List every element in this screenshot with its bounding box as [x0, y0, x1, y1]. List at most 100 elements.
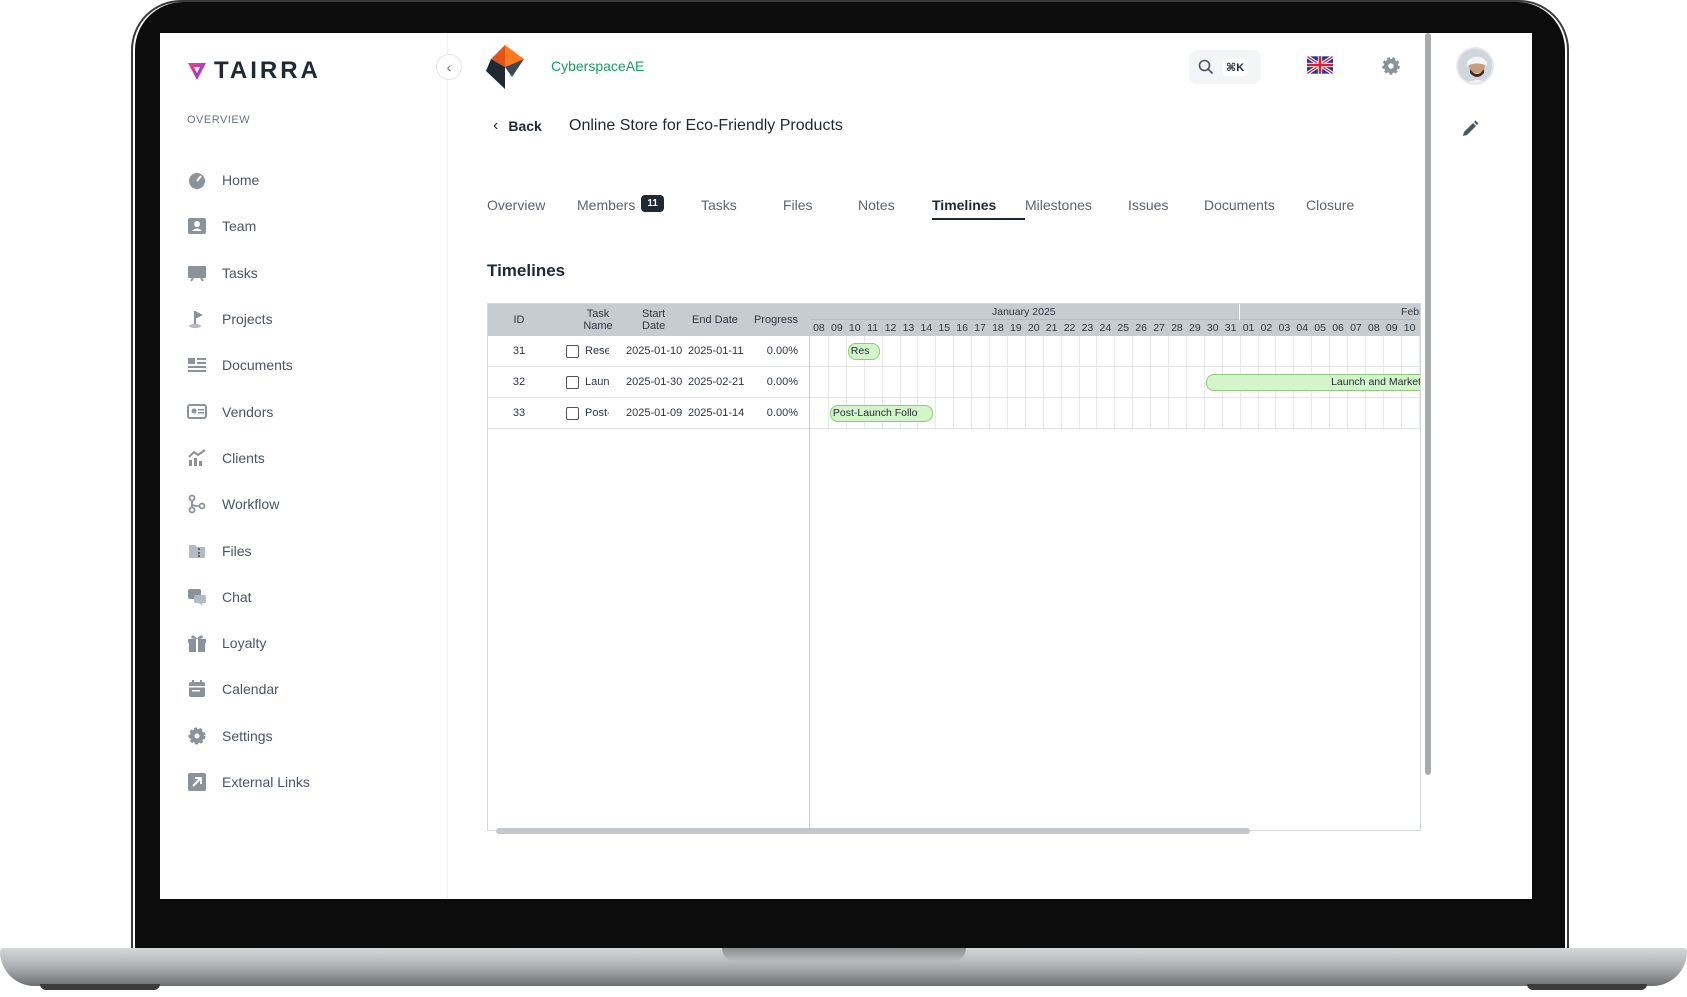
month-label: Febr: [1401, 306, 1421, 318]
gauge-icon: [186, 169, 208, 191]
day-label: 11: [867, 322, 879, 334]
day-label: 02: [1260, 322, 1273, 334]
tab-milestones[interactable]: Milestones: [1025, 185, 1128, 235]
tab-issues[interactable]: Issues: [1128, 185, 1204, 235]
day-gridline: [1078, 336, 1080, 429]
tairra-logo-icon: [188, 63, 206, 80]
sidebar-item-loyalty[interactable]: Loyalty: [186, 620, 436, 666]
day-label: 30: [1206, 322, 1219, 334]
app-screen: TAIRRA OVERVIEW Home Team Tasks Projects: [160, 33, 1532, 899]
day-gridline: [1132, 336, 1134, 429]
calendar-icon: [186, 678, 208, 700]
task-progress: 0.00%: [766, 345, 798, 357]
tab-label: Members: [577, 197, 636, 213]
day-gridline: [1060, 336, 1062, 429]
chart-growth-icon: [186, 447, 208, 469]
day-gridline: [1006, 336, 1008, 429]
gantt-task-bar[interactable]: Launch and Market: [1205, 374, 1420, 391]
brand-logo[interactable]: TAIRRA: [186, 57, 321, 85]
day-gridline: [1150, 336, 1152, 429]
tab-label: Files: [783, 197, 813, 213]
sidebar-collapse-button[interactable]: ‹: [436, 54, 462, 80]
gift-icon: [186, 632, 208, 654]
column-header-id[interactable]: ID: [488, 314, 550, 326]
search-button[interactable]: ⌘K: [1189, 50, 1261, 84]
task-checkbox[interactable]: [566, 375, 579, 389]
day-gridline: [953, 336, 955, 429]
day-label: 18: [992, 322, 1004, 334]
task-id: 31: [512, 345, 526, 357]
tab-label: Milestones: [1025, 197, 1092, 213]
day-label: 10: [848, 322, 861, 334]
tab-members[interactable]: Members 11: [577, 185, 701, 235]
gantt-task-bar[interactable]: Post-Launch Follo: [829, 405, 934, 422]
sidebar-item-label: Documents: [222, 357, 293, 374]
sidebar-item-settings[interactable]: Settings: [186, 713, 436, 759]
user-avatar[interactable]: [1456, 47, 1494, 85]
sidebar-item-projects[interactable]: Projects: [186, 296, 436, 342]
task-checkbox[interactable]: [566, 406, 579, 420]
sidebar-item-label: Home: [222, 172, 260, 189]
sidebar-item-files[interactable]: Files: [186, 527, 436, 573]
tab-label: Issues: [1128, 197, 1169, 213]
vertical-scrollbar[interactable]: [1425, 33, 1431, 775]
gantt-grid: ID Task Name Start Date End Date Progres…: [488, 304, 810, 830]
day-label: 09: [830, 322, 843, 334]
sidebar-item-vendors[interactable]: Vendors: [186, 388, 436, 434]
column-header-end-date[interactable]: End Date: [688, 314, 750, 326]
day-label: 12: [884, 322, 897, 334]
column-header-progress[interactable]: Progress: [750, 314, 808, 326]
horizontal-scrollbar[interactable]: [496, 828, 1250, 834]
column-header-task-name[interactable]: Task Name: [550, 308, 624, 332]
sidebar-item-documents[interactable]: Documents: [186, 342, 436, 388]
tab-label: Closure: [1306, 197, 1355, 213]
workflow-icon: [186, 493, 208, 515]
day-label: 08: [813, 322, 825, 334]
gantt-bars-area: Res Launch and Market Post-Launch Follo: [810, 336, 1420, 429]
sidebar-item-label: Vendors: [222, 403, 274, 420]
table-row[interactable]: 33 Post- 2025-01-09 2025-01-14 0.00%: [488, 398, 809, 429]
sidebar-section-label: OVERVIEW: [187, 114, 251, 126]
file-zip-icon: [186, 540, 208, 562]
tab-overview[interactable]: Overview: [487, 185, 577, 235]
row-gridline: [810, 366, 1420, 367]
laptop-foot: [1527, 984, 1647, 990]
tab-documents[interactable]: Documents: [1204, 185, 1306, 235]
sidebar-item-home[interactable]: Home: [186, 157, 436, 203]
workspace-name[interactable]: CyberspaceAE: [551, 58, 644, 74]
sidebar-item-label: Team: [222, 218, 257, 235]
search-shortcut: ⌘K: [1222, 58, 1249, 76]
day-gridline: [935, 336, 937, 429]
sidebar-item-team[interactable]: Team: [186, 203, 436, 249]
month-label: January 2025: [992, 306, 1056, 318]
tab-files[interactable]: Files: [783, 185, 858, 235]
sidebar-item-clients[interactable]: Clients: [186, 435, 436, 481]
project-title: Online Store for Eco-Friendly Products: [569, 117, 843, 134]
day-label: 08: [1367, 322, 1380, 334]
table-row[interactable]: 31 Rese 2025-01-10 2025-01-11 0.00%: [488, 336, 809, 367]
tab-closure[interactable]: Closure: [1306, 185, 1376, 235]
day-label: 23: [1081, 322, 1094, 334]
back-button[interactable]: ‹ Back: [493, 117, 542, 135]
gantt-task-bar[interactable]: Res: [847, 343, 880, 360]
day-label: 14: [920, 322, 933, 334]
task-checkbox[interactable]: [566, 344, 579, 358]
tab-timelines[interactable]: Timelines: [932, 185, 1025, 235]
sidebar-item-tasks[interactable]: Tasks: [186, 250, 436, 296]
table-row[interactable]: 32 Laun 2025-01-30 2025-02-21 0.00%: [488, 367, 809, 398]
chevron-left-icon: ‹: [493, 117, 499, 134]
column-header-start-date[interactable]: Start Date: [624, 308, 688, 332]
sidebar-item-chat[interactable]: Chat: [186, 574, 436, 620]
day-label: 17: [974, 322, 986, 334]
tab-tasks[interactable]: Tasks: [701, 185, 783, 235]
settings-gear-icon[interactable]: [1380, 55, 1402, 77]
tab-notes[interactable]: Notes: [858, 185, 932, 235]
sidebar-item-calendar[interactable]: Calendar: [186, 666, 436, 712]
uk-flag-icon[interactable]: [1307, 55, 1333, 75]
user-badge-icon: [186, 215, 208, 237]
tab-label: Timelines: [932, 197, 997, 213]
sidebar-item-workflow[interactable]: Workflow: [186, 481, 436, 527]
edit-pencil-icon[interactable]: [1460, 119, 1480, 139]
sidebar-item-external-links[interactable]: External Links: [186, 759, 436, 805]
sidebar-item-label: Tasks: [222, 264, 258, 281]
